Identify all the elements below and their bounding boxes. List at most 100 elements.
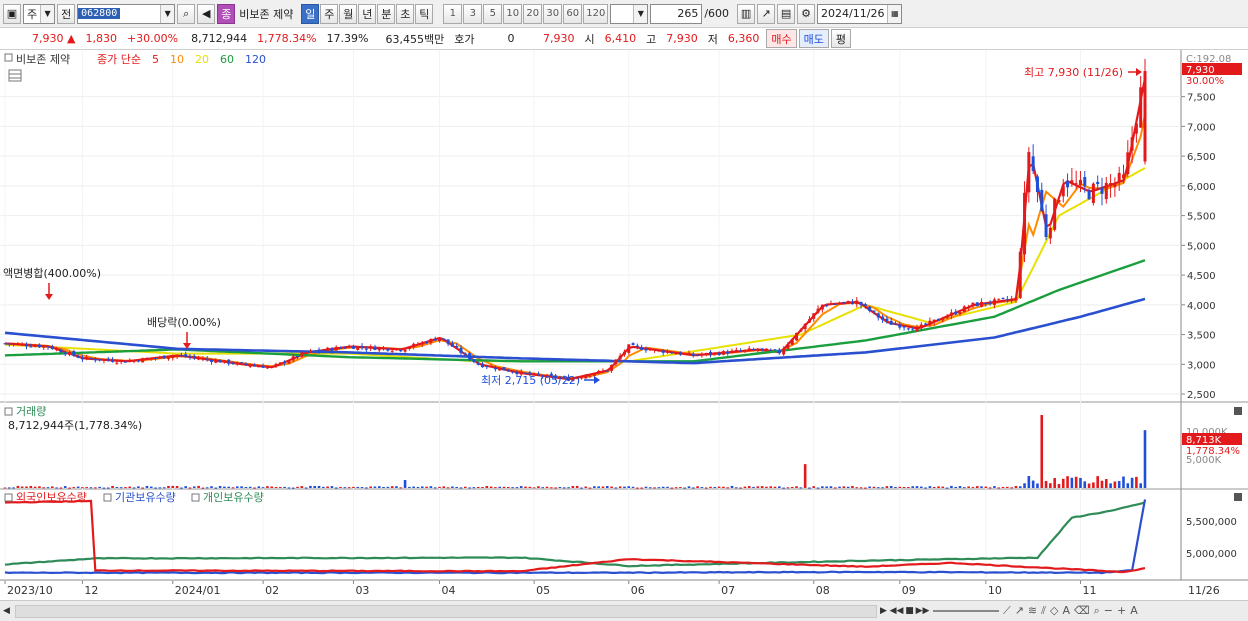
period-number-button[interactable]: 3: [463, 3, 483, 24]
volume-bar: [468, 487, 471, 489]
interval-select[interactable]: ▼: [610, 3, 649, 24]
close-panel-icon[interactable]: [1234, 407, 1242, 415]
grid-icon[interactable]: [8, 69, 22, 82]
trend-tool-icon[interactable]: ↗: [1015, 604, 1024, 618]
volume-bar: [1074, 476, 1078, 488]
candle-body: [743, 349, 747, 351]
buy-button[interactable]: 매수: [766, 29, 797, 48]
speaker-icon[interactable]: ◀: [197, 3, 216, 24]
rewind-icon[interactable]: ◀◀: [890, 604, 904, 619]
candle-body: [209, 359, 213, 362]
minus-icon[interactable]: −: [1104, 604, 1113, 618]
ma-legend-item: 60: [220, 53, 234, 66]
candle-body: [601, 370, 605, 372]
candle-body: [197, 358, 201, 360]
candle-body: [696, 354, 700, 356]
period-number-button[interactable]: 120: [583, 3, 609, 24]
candle-body: [1113, 183, 1117, 188]
volume-bar: [81, 487, 84, 489]
candle-body: [442, 338, 446, 340]
period-tab[interactable]: 분: [377, 3, 396, 24]
forward-icon[interactable]: ▶▶: [916, 604, 930, 619]
period-number-button[interactable]: 60: [563, 3, 583, 24]
volume-pct: 1,778.34%: [257, 32, 317, 45]
eraser-icon[interactable]: ⌫: [1074, 604, 1090, 618]
volume-bar: [115, 486, 119, 488]
scroll-left-icon[interactable]: ◀: [0, 604, 13, 619]
period-tab[interactable]: 월: [339, 3, 358, 24]
volume-bar: [666, 486, 669, 488]
volume-bar: [545, 486, 549, 488]
fib-tool-icon[interactable]: ≋: [1028, 604, 1037, 618]
volume-title: 거래량: [16, 405, 46, 418]
candle-body: [450, 343, 454, 347]
period-tab[interactable]: 년: [358, 3, 377, 24]
candle-body: [85, 356, 89, 359]
window-menu-icon[interactable]: ▣: [3, 3, 21, 24]
zoom-slider[interactable]: [933, 610, 999, 612]
chart-scrollbar[interactable]: ◀ ▶ ◀◀ ■ ▶▶ ⟋ ↗ ≋ ⫽ ◇ A ⌫ ⌕ − + A: [0, 600, 1248, 621]
close-panel-icon[interactable]: [1234, 493, 1242, 501]
plus-icon[interactable]: +: [1117, 604, 1126, 618]
calendar-icon[interactable]: ▦: [887, 4, 902, 23]
candle-body: [915, 326, 919, 332]
scroll-track[interactable]: [15, 604, 877, 618]
volume-bar: [1087, 483, 1091, 488]
volume-bar: [382, 486, 385, 488]
period-number-button[interactable]: 20: [523, 3, 543, 24]
font-size-icon[interactable]: A: [1130, 604, 1138, 618]
stock-chart[interactable]: 7,500 7,000 6,500 6,000 5,500 5,000 4,500 4,000…: [0, 50, 1248, 600]
line-tool-icon[interactable]: ⟋: [1003, 604, 1011, 618]
sell-button[interactable]: 매도: [798, 29, 829, 48]
period-number-button[interactable]: 5: [483, 3, 503, 24]
volume-bar: [846, 486, 850, 488]
eval-button[interactable]: 평: [830, 29, 851, 48]
stop-icon[interactable]: ■: [903, 604, 916, 619]
volume-bar: [515, 487, 519, 489]
volume-bar: [412, 486, 415, 488]
candle-body: [3, 343, 7, 345]
channel-tool-icon[interactable]: ⫽: [1041, 604, 1046, 618]
volume-bar: [984, 486, 988, 488]
text-tool-icon[interactable]: A: [1063, 604, 1071, 618]
market-select[interactable]: 주 ▼: [23, 3, 56, 24]
shape-tool-icon[interactable]: ◇: [1050, 604, 1058, 618]
period-tab[interactable]: 주: [320, 3, 339, 24]
candle-body: [1078, 179, 1082, 186]
candle-body: [962, 306, 966, 313]
volume-bar: [528, 486, 532, 488]
candle-body: [291, 356, 295, 361]
volume-bar: [833, 487, 837, 489]
volume-bar: [821, 486, 824, 488]
period-number-button[interactable]: 10: [503, 3, 523, 24]
volume-bar: [98, 486, 101, 488]
period-tab[interactable]: 초: [396, 3, 415, 24]
period-number-button[interactable]: 1: [443, 3, 463, 24]
candle-body: [33, 345, 37, 347]
magnifier-icon[interactable]: ⌕: [1094, 604, 1100, 618]
draw-tool-icon[interactable]: ↗: [757, 3, 776, 24]
candle-body: [300, 352, 304, 357]
count-input[interactable]: 265: [650, 3, 703, 24]
stock-code-input[interactable]: 062800 ▼: [77, 3, 176, 24]
candle-type-icon[interactable]: ▥: [737, 3, 756, 24]
period-number-button[interactable]: 30: [543, 3, 563, 24]
search-icon[interactable]: ⌕: [177, 3, 196, 24]
stock-type-badge[interactable]: 종: [217, 3, 236, 24]
period-tab[interactable]: 일: [301, 3, 320, 24]
volume-bar: [511, 487, 514, 489]
chevron-down-icon: ▼: [633, 4, 648, 23]
candle-body: [351, 346, 355, 349]
candle-body: [721, 351, 725, 355]
candle-body: [855, 300, 859, 305]
scroll-right-icon[interactable]: ▶: [877, 604, 890, 619]
candle-body: [713, 352, 717, 354]
volume-bar: [967, 486, 970, 488]
volume-bar: [356, 486, 360, 488]
prev-button[interactable]: 전: [57, 3, 76, 24]
gear-icon[interactable]: ⚙: [797, 3, 816, 24]
date-input[interactable]: 2024/11/26 ▦: [817, 3, 903, 24]
period-tab[interactable]: 틱: [415, 3, 434, 24]
candle-body: [111, 359, 115, 362]
save-icon[interactable]: ▤: [777, 3, 796, 24]
